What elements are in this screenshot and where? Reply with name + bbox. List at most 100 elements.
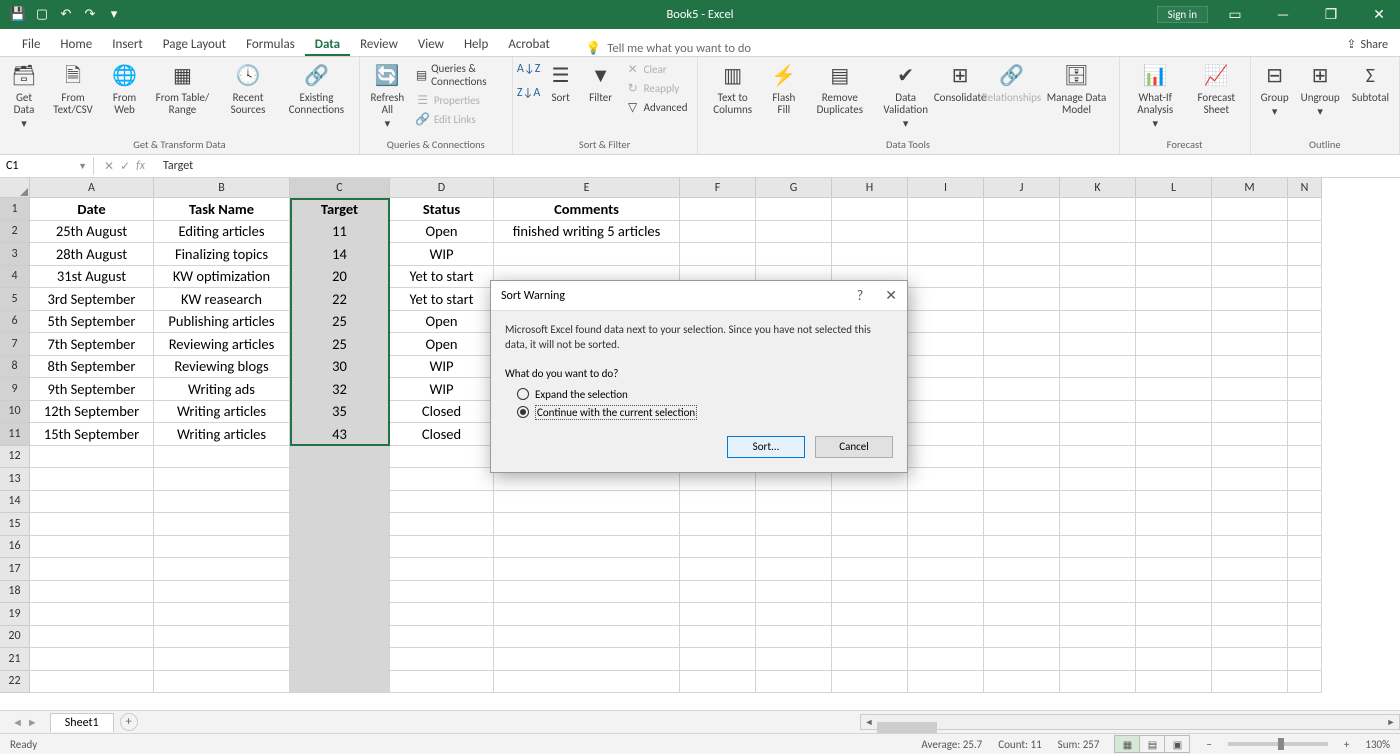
cell[interactable]: WIP <box>390 243 494 266</box>
cell[interactable] <box>1212 446 1288 469</box>
cell[interactable] <box>154 468 290 491</box>
cell[interactable] <box>1288 626 1322 649</box>
from-text-csv-button[interactable]: 🗎From Text/CSV <box>46 60 100 118</box>
cell[interactable] <box>908 468 984 491</box>
row-header[interactable]: 7 <box>0 333 30 356</box>
cell[interactable] <box>832 198 908 221</box>
row-header[interactable]: 13 <box>0 468 30 491</box>
cell[interactable] <box>984 288 1060 311</box>
cell[interactable]: WIP <box>390 378 494 401</box>
cell[interactable] <box>680 198 756 221</box>
row-header[interactable]: 5 <box>0 288 30 311</box>
cell[interactable] <box>984 626 1060 649</box>
cell[interactable]: Date <box>30 198 154 221</box>
cell[interactable] <box>1288 288 1322 311</box>
formula-input[interactable]: Target <box>155 159 201 173</box>
cell[interactable] <box>1136 266 1212 289</box>
row-header[interactable]: 12 <box>0 446 30 469</box>
cell[interactable] <box>984 266 1060 289</box>
cell[interactable] <box>494 581 680 604</box>
cell[interactable] <box>1060 378 1136 401</box>
tab-view[interactable]: View <box>408 32 454 56</box>
cell[interactable] <box>154 603 290 626</box>
cell[interactable] <box>1212 626 1288 649</box>
scroll-left-icon[interactable]: ◄ <box>861 715 877 729</box>
cell[interactable] <box>1060 266 1136 289</box>
cell[interactable] <box>1212 581 1288 604</box>
cell[interactable]: Open <box>390 311 494 334</box>
cell[interactable] <box>290 581 390 604</box>
cell[interactable] <box>1060 671 1136 694</box>
cell[interactable] <box>1136 356 1212 379</box>
cell[interactable] <box>1136 333 1212 356</box>
cell[interactable] <box>984 536 1060 559</box>
name-box[interactable]: C1▼ <box>0 157 94 175</box>
zoom-slider[interactable] <box>1228 742 1328 746</box>
cell[interactable]: 15th September <box>30 423 154 446</box>
column-header[interactable]: B <box>154 178 290 198</box>
cell[interactable] <box>390 491 494 514</box>
cell[interactable] <box>680 581 756 604</box>
cell[interactable] <box>494 671 680 694</box>
cell[interactable] <box>832 581 908 604</box>
text-to-columns-button[interactable]: ▥Text to Columns <box>704 60 762 118</box>
cell[interactable] <box>494 536 680 559</box>
cell[interactable] <box>908 423 984 446</box>
cell[interactable] <box>1060 536 1136 559</box>
cell[interactable] <box>984 221 1060 244</box>
cell[interactable] <box>1212 266 1288 289</box>
cell[interactable]: 32 <box>290 378 390 401</box>
queries-connections-button[interactable]: ▤Queries & Connections <box>413 60 506 90</box>
column-header[interactable]: M <box>1212 178 1288 198</box>
zoom-in-icon[interactable]: + <box>1344 738 1349 751</box>
cell[interactable]: 30 <box>290 356 390 379</box>
cell[interactable]: Open <box>390 333 494 356</box>
cell[interactable] <box>290 626 390 649</box>
cell[interactable] <box>832 221 908 244</box>
view-normal-icon[interactable]: ▦ <box>1114 735 1140 753</box>
consolidate-button[interactable]: ⊞Consolidate <box>938 60 983 106</box>
row-header[interactable]: 10 <box>0 401 30 424</box>
cell[interactable] <box>908 536 984 559</box>
cell[interactable] <box>680 536 756 559</box>
cell[interactable] <box>1288 446 1322 469</box>
row-header[interactable]: 20 <box>0 626 30 649</box>
cell[interactable] <box>30 536 154 559</box>
cell[interactable] <box>908 648 984 671</box>
cell[interactable] <box>1288 401 1322 424</box>
cell[interactable]: Finalizing topics <box>154 243 290 266</box>
cell[interactable] <box>1136 311 1212 334</box>
cell[interactable] <box>494 491 680 514</box>
row-header[interactable]: 15 <box>0 513 30 536</box>
cell[interactable] <box>1136 558 1212 581</box>
cell[interactable]: Reviewing blogs <box>154 356 290 379</box>
cell[interactable] <box>908 333 984 356</box>
manage-data-model-button[interactable]: 🗄Manage Data Model <box>1040 60 1112 118</box>
cell[interactable] <box>908 288 984 311</box>
flash-fill-button[interactable]: ⚡Flash Fill <box>766 60 802 118</box>
radio-continue-current[interactable]: Continue with the current selection <box>505 403 893 422</box>
cell[interactable] <box>494 626 680 649</box>
restore-icon[interactable]: ❐ <box>1310 0 1352 29</box>
row-header[interactable]: 21 <box>0 648 30 671</box>
cell[interactable] <box>756 581 832 604</box>
cell[interactable] <box>1212 333 1288 356</box>
cell[interactable] <box>756 198 832 221</box>
subtotal-button[interactable]: ΣSubtotal <box>1348 60 1393 106</box>
cell[interactable] <box>30 648 154 671</box>
sort-asc-button[interactable]: A↓Z <box>519 60 539 78</box>
cell[interactable] <box>984 333 1060 356</box>
remove-duplicates-button[interactable]: ▤Remove Duplicates <box>806 60 874 118</box>
cell[interactable] <box>1060 423 1136 446</box>
select-all-corner[interactable] <box>0 178 30 198</box>
cell[interactable]: 22 <box>290 288 390 311</box>
from-web-button[interactable]: 🌐From Web <box>104 60 145 118</box>
cell[interactable] <box>984 491 1060 514</box>
cell[interactable] <box>1060 311 1136 334</box>
row-header[interactable]: 22 <box>0 671 30 694</box>
cell[interactable]: Closed <box>390 401 494 424</box>
cell[interactable] <box>1212 356 1288 379</box>
cell[interactable]: Comments <box>494 198 680 221</box>
cell[interactable]: 25 <box>290 333 390 356</box>
cell[interactable] <box>1288 266 1322 289</box>
